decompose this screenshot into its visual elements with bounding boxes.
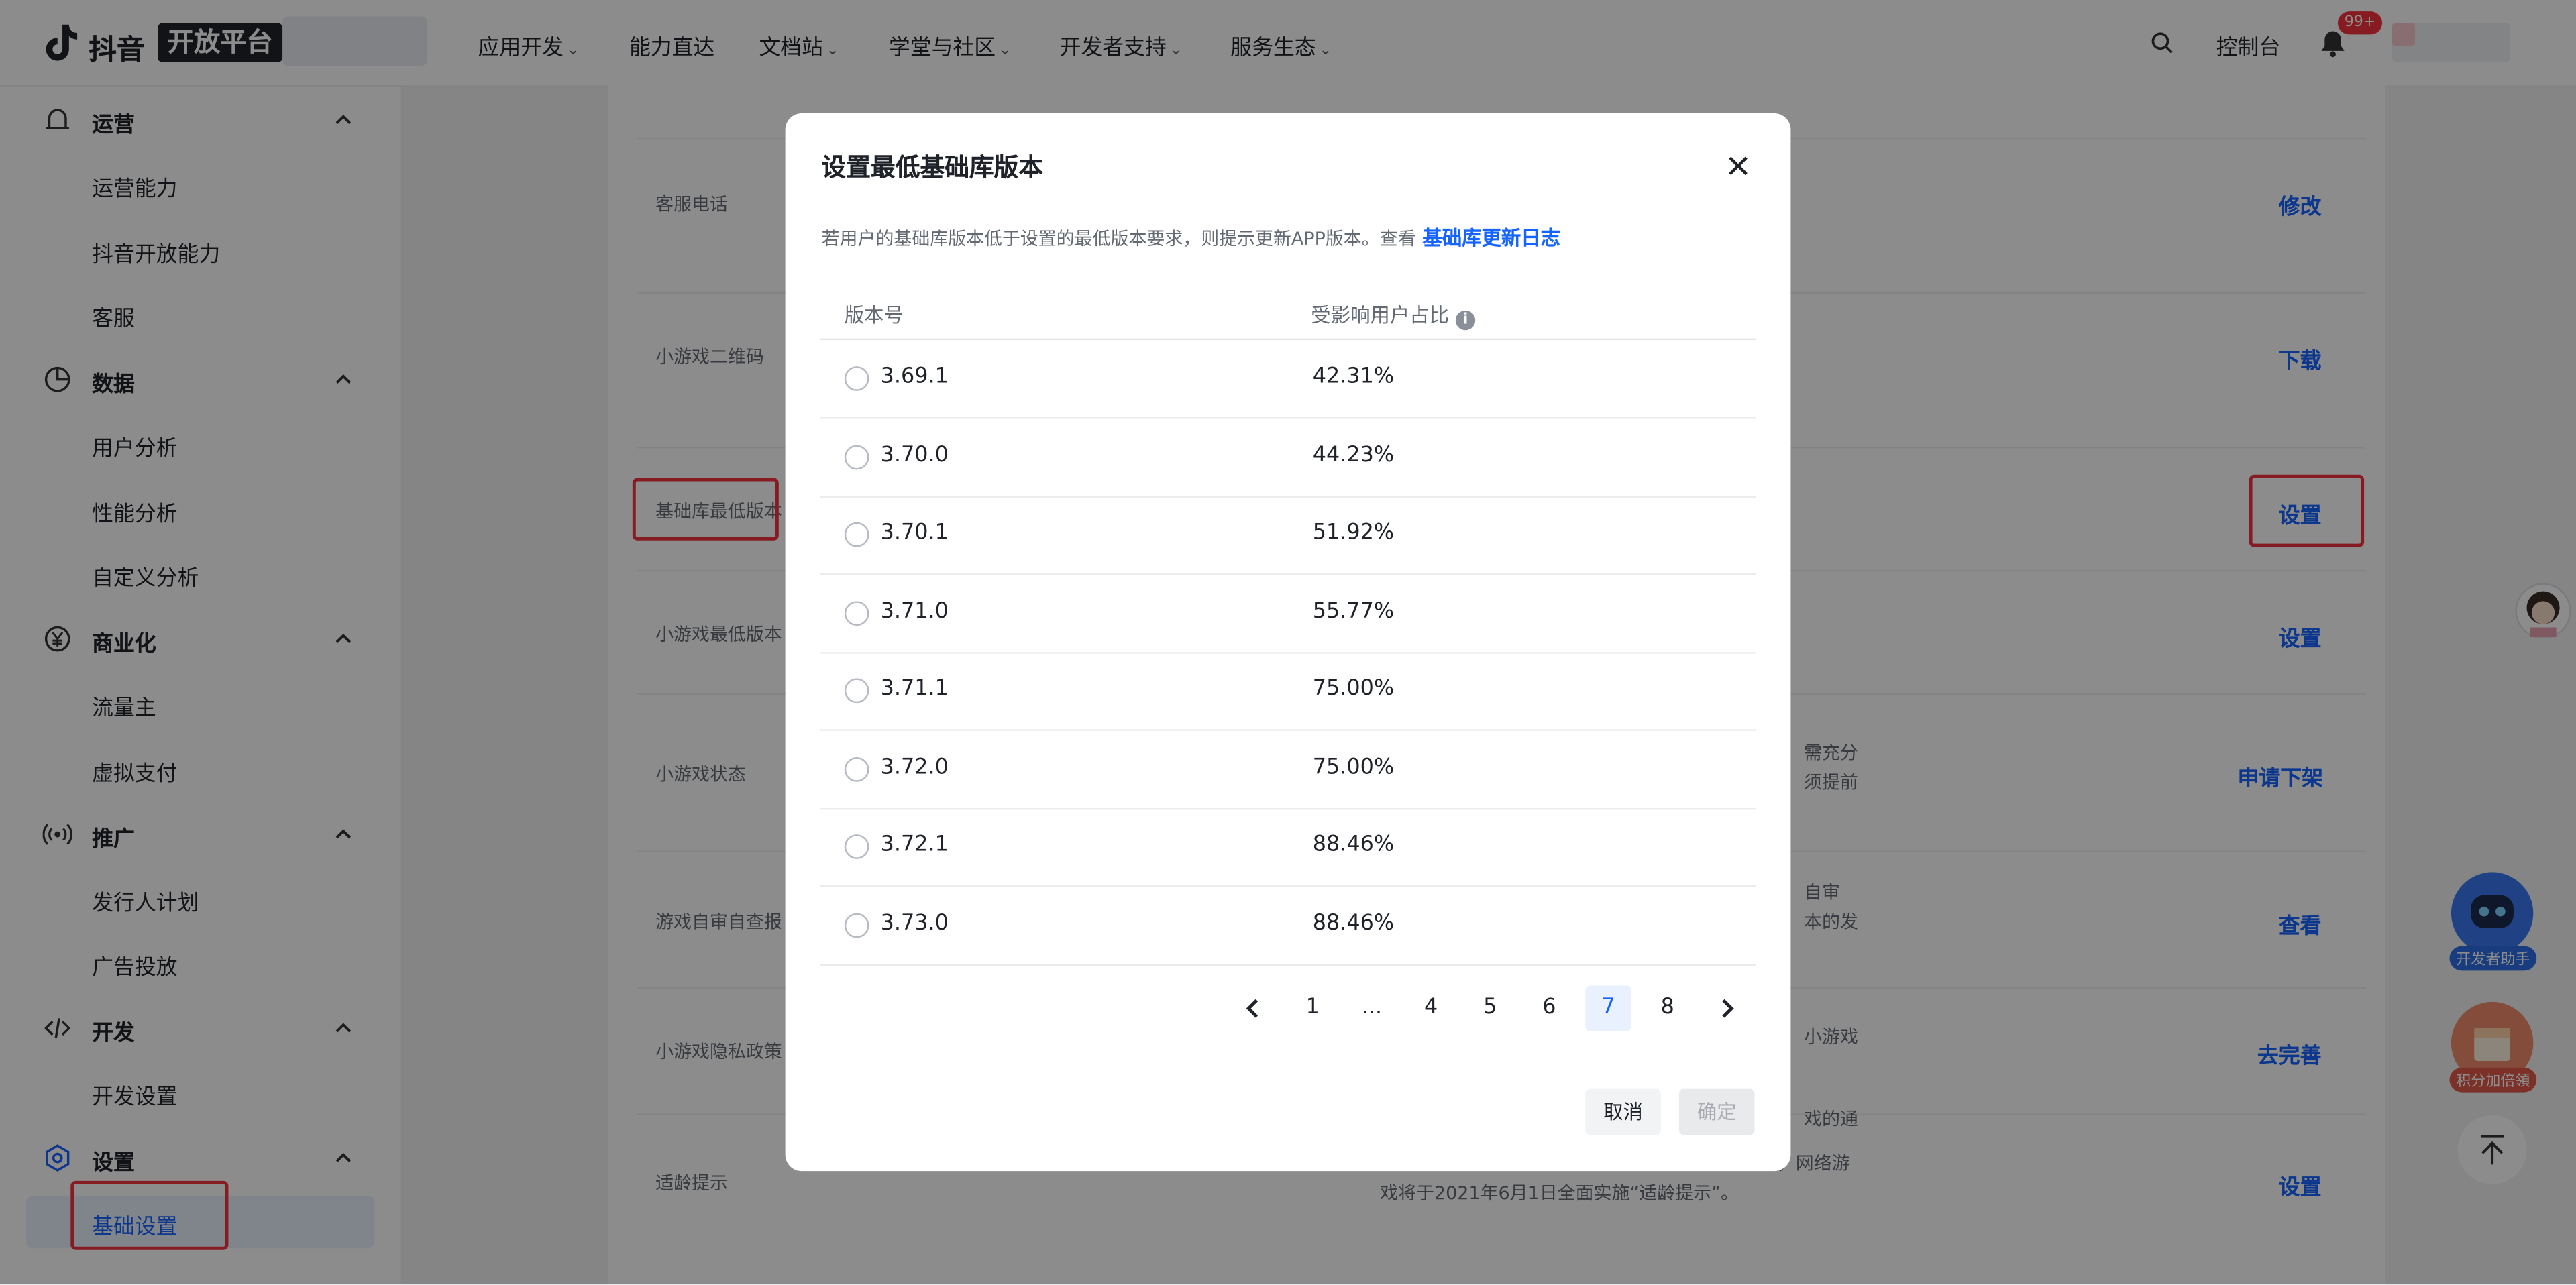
table-row[interactable]: 3.73.0 88.46% — [820, 887, 1756, 966]
ratio-cell: 75.00% — [1312, 755, 1395, 781]
page-7-current[interactable]: 7 — [1585, 985, 1631, 1031]
ratio-cell: 51.92% — [1312, 520, 1395, 546]
info-icon[interactable]: i — [1455, 310, 1476, 331]
version-cell: 3.73.0 — [880, 911, 949, 936]
radio-button[interactable] — [844, 601, 869, 626]
radio-button[interactable] — [844, 522, 869, 547]
version-cell: 3.72.1 — [880, 832, 949, 858]
page-6[interactable]: 6 — [1526, 985, 1572, 1031]
close-icon[interactable] — [1725, 153, 1751, 179]
radio-button[interactable] — [844, 366, 869, 391]
radio-button[interactable] — [844, 834, 869, 859]
version-cell: 3.69.1 — [880, 364, 949, 390]
min-lib-version-dialog: 设置最低基础库版本 若用户的基础库版本低于设置的最低版本要求，则提示更新APP版… — [785, 113, 1791, 1172]
version-cell: 3.70.1 — [880, 520, 949, 546]
version-cell: 3.71.0 — [880, 599, 949, 624]
ratio-cell: 88.46% — [1312, 832, 1395, 858]
page-4[interactable]: 4 — [1408, 985, 1454, 1031]
next-page-icon[interactable] — [1715, 997, 1738, 1020]
table-row[interactable]: 3.70.1 51.92% — [820, 496, 1756, 575]
radio-button[interactable] — [844, 678, 869, 704]
changelog-link[interactable]: 基础库更新日志 — [1422, 227, 1560, 249]
page-8[interactable]: 8 — [1644, 985, 1690, 1031]
column-header-version: 版本号 — [844, 304, 904, 327]
version-cell: 3.72.0 — [880, 755, 949, 781]
column-header-ratio-label: 受影响用户占比 — [1311, 304, 1450, 327]
table-row[interactable]: 3.72.1 88.46% — [820, 808, 1756, 887]
column-header-ratio: 受影响用户占比 i — [1311, 300, 1476, 331]
prev-page-icon[interactable] — [1242, 997, 1265, 1020]
ratio-cell: 88.46% — [1312, 911, 1395, 936]
radio-button[interactable] — [844, 757, 869, 782]
dialog-description: 若用户的基础库版本低于设置的最低版本要求，则提示更新APP版本。查看 基础库更新日… — [822, 223, 1561, 252]
dialog-title: 设置最低基础库版本 — [821, 152, 1044, 182]
description-text: 若用户的基础库版本低于设置的最低版本要求，则提示更新APP版本。查看 — [821, 228, 1416, 250]
ratio-cell: 42.31% — [1312, 364, 1395, 390]
ratio-cell: 44.23% — [1312, 443, 1395, 468]
ratio-cell: 55.77% — [1312, 599, 1395, 624]
page-1[interactable]: 1 — [1289, 985, 1336, 1031]
cancel-button[interactable]: 取消 — [1585, 1088, 1661, 1135]
ratio-cell: 75.00% — [1312, 676, 1395, 702]
table-row[interactable]: 3.71.0 55.77% — [820, 575, 1756, 654]
page-5[interactable]: 5 — [1467, 985, 1513, 1031]
confirm-button[interactable]: 确定 — [1678, 1088, 1755, 1135]
radio-button[interactable] — [844, 445, 869, 470]
table-row[interactable]: 3.72.0 75.00% — [820, 731, 1756, 810]
version-cell: 3.70.0 — [880, 443, 949, 468]
table-row[interactable]: 3.71.1 75.00% — [820, 652, 1756, 731]
table-row[interactable]: 3.69.1 42.31% — [820, 340, 1756, 419]
version-cell: 3.71.1 — [880, 676, 949, 702]
radio-button[interactable] — [844, 913, 869, 938]
page-ellipsis[interactable]: ... — [1349, 985, 1395, 1031]
table-row[interactable]: 3.70.0 44.23% — [820, 418, 1756, 498]
